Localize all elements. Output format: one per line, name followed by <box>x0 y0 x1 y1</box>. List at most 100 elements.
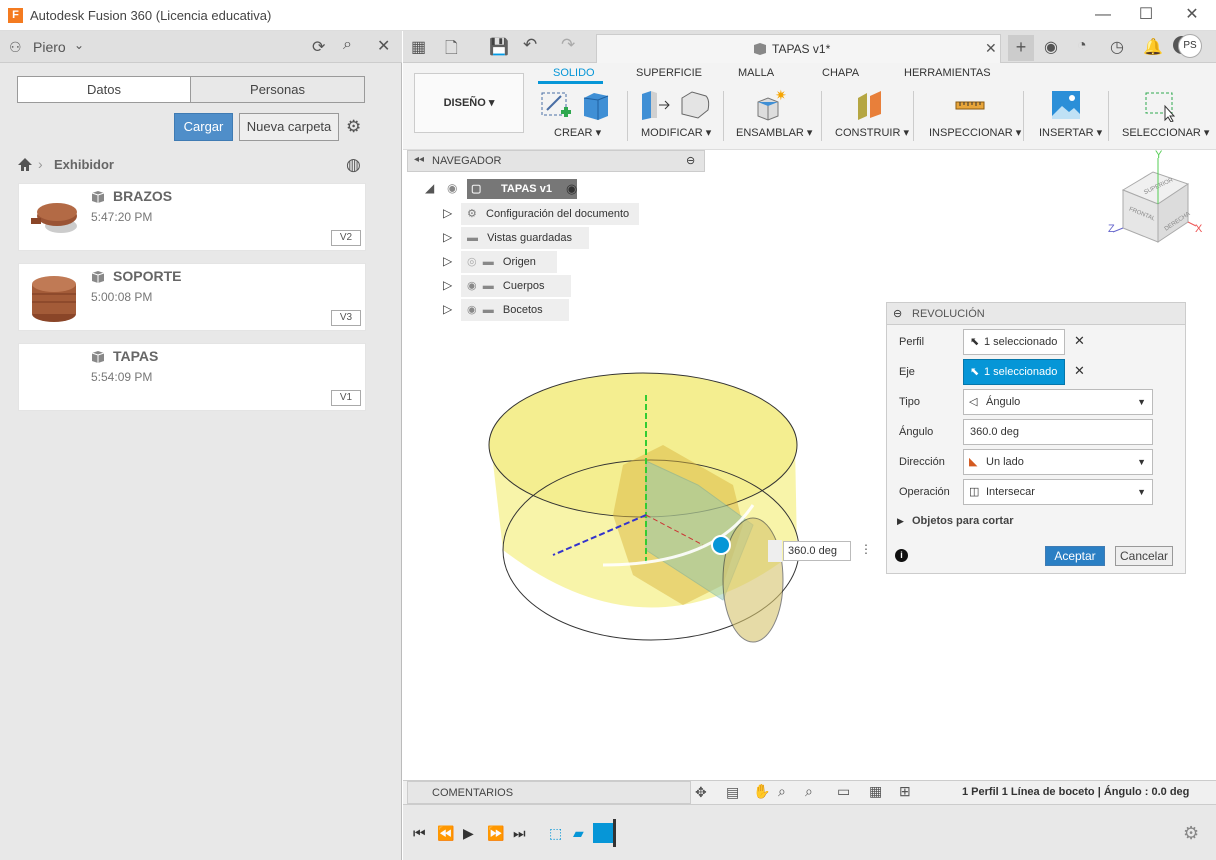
file-card-tapas[interactable]: TAPAS 5:54:09 PM V1 <box>18 343 366 411</box>
display-settings-icon[interactable]: ▭ <box>837 783 850 800</box>
grid-icon[interactable]: ▦ <box>869 783 882 800</box>
close-panel-icon[interactable]: ✕ <box>377 36 390 56</box>
orbit-icon[interactable]: ✥ <box>695 784 707 801</box>
file-card-soporte[interactable]: SOPORTE 5:00:08 PM V3 <box>18 263 366 331</box>
group-modificar[interactable]: MODIFICAR ▾ <box>641 126 711 139</box>
direction-select[interactable]: ◣ Un lado ▼ <box>963 449 1153 475</box>
eye-icon[interactable]: ◉ <box>447 181 457 195</box>
play-icon[interactable]: ▶ <box>463 825 474 842</box>
extrude-icon[interactable] <box>579 88 613 122</box>
ok-button[interactable]: Aceptar <box>1045 546 1105 566</box>
expand-icon[interactable]: ▷ <box>443 206 452 220</box>
upload-button[interactable]: Cargar <box>174 113 233 141</box>
comments-panel[interactable]: COMENTARIOS <box>407 781 691 804</box>
chevron-down-icon[interactable]: ⌄ <box>74 38 84 52</box>
axis-selection[interactable]: ⬉ 1 seleccionado <box>963 359 1065 385</box>
look-at-icon[interactable]: ▤ <box>726 784 739 801</box>
expand-root-icon[interactable]: ◢ <box>425 181 434 195</box>
close-window-icon[interactable]: ✕ <box>1172 5 1212 27</box>
workspace-switcher[interactable]: DISEÑO ▾ <box>414 73 524 133</box>
cancel-button[interactable]: Cancelar <box>1115 546 1173 566</box>
create-sketch-icon[interactable] <box>539 88 573 122</box>
eye-hidden-icon[interactable]: ◎ <box>467 256 477 268</box>
undo-icon[interactable]: ↶ <box>523 35 537 55</box>
home-icon[interactable] <box>17 157 33 172</box>
insert-image-icon[interactable] <box>1049 88 1083 122</box>
user-name[interactable]: Piero <box>33 39 66 55</box>
minimize-icon[interactable]: — <box>1083 5 1123 27</box>
search-icon[interactable]: ⌕ <box>343 36 352 54</box>
version-badge[interactable]: V2 <box>331 230 361 246</box>
extensions-icon[interactable]: ◉ <box>1044 37 1058 57</box>
press-pull-icon[interactable] <box>637 88 671 122</box>
zoom-icon[interactable]: ⌕ <box>778 783 786 800</box>
new-tab-icon[interactable]: + <box>1008 35 1034 61</box>
measure-icon[interactable] <box>953 88 987 122</box>
clear-profile-icon[interactable]: ✕ <box>1074 333 1085 349</box>
viewports-icon[interactable]: ⊞ <box>899 783 911 800</box>
clear-axis-icon[interactable]: ✕ <box>1074 363 1085 379</box>
go-to-end-icon[interactable]: ⏭ <box>513 825 526 842</box>
gear-icon[interactable]: ⚙ <box>346 117 361 137</box>
select-icon[interactable] <box>1143 88 1177 122</box>
group-construir[interactable]: CONSTRUIR ▾ <box>835 126 909 139</box>
save-icon[interactable]: 💾 <box>489 37 509 57</box>
group-inspeccionar[interactable]: INSPECCIONAR ▾ <box>929 126 1021 139</box>
expand-icon[interactable]: ▷ <box>443 254 452 268</box>
timeline-settings-icon[interactable]: ⚙ <box>1183 823 1199 844</box>
job-status-icon[interactable]: ◔ <box>1077 37 1087 55</box>
objects-to-cut[interactable]: Objetos para cortar <box>912 515 1013 527</box>
go-to-start-icon[interactable]: ⏮ <box>413 825 426 842</box>
tab-chapa[interactable]: CHAPA <box>822 67 859 79</box>
file-card-brazos[interactable]: BRAZOS 5:47:20 PM V2 <box>18 183 366 251</box>
expand-icon[interactable]: ▷ <box>443 302 452 316</box>
tab-superficie[interactable]: SUPERFICIE <box>636 67 702 79</box>
drag-handle[interactable] <box>768 540 782 562</box>
operation-select[interactable]: ◫ Intersecar ▼ <box>963 479 1153 505</box>
expand-icon[interactable]: ▷ <box>443 278 452 292</box>
tab-herramientas[interactable]: HERRAMIENTAS <box>904 67 991 79</box>
version-badge[interactable]: V1 <box>331 390 361 406</box>
step-forward-icon[interactable]: ⏩ <box>487 825 504 842</box>
bell-icon[interactable]: 🔔 <box>1143 37 1163 57</box>
view-cube[interactable]: SUPERIOR FRONTAL DERECHA Y Z X <box>1108 150 1208 250</box>
tab-malla[interactable]: MALLA <box>738 67 774 79</box>
expand-objects-icon[interactable]: ▶ <box>897 516 904 527</box>
grid-apps-icon[interactable]: ▦ <box>411 37 426 57</box>
close-tab-icon[interactable]: ✕ <box>985 40 997 57</box>
step-back-icon[interactable]: ⏪ <box>437 825 454 842</box>
tab-personas[interactable]: Personas <box>190 76 365 103</box>
file-icon[interactable]: 🗋 <box>445 37 458 64</box>
clock-icon[interactable]: ◷ <box>1110 37 1124 57</box>
fit-icon[interactable]: ⌕ <box>805 783 813 800</box>
minimize-navigator-icon[interactable]: ⊖ <box>686 154 695 167</box>
angle-manipulator[interactable]: 360.0 deg ⋮ <box>768 540 876 562</box>
type-select[interactable]: ◁ Ángulo ▼ <box>963 389 1153 415</box>
maximize-icon[interactable]: ☐ <box>1126 5 1166 27</box>
refresh-icon[interactable]: ⟳ <box>312 37 325 57</box>
collapse-dialog-icon[interactable]: ⊖ <box>893 307 902 320</box>
navigator-root[interactable]: ▢ TAPAS v1 <box>467 179 577 199</box>
angle-field[interactable]: 360.0 deg <box>963 419 1153 445</box>
fillet-icon[interactable] <box>678 88 712 122</box>
new-component-icon[interactable]: ✷ <box>753 88 787 122</box>
model-body[interactable] <box>483 365 823 645</box>
group-ensamblar[interactable]: ENSAMBLAR ▾ <box>736 126 812 139</box>
collapse-navigator-icon[interactable]: ◂◂ <box>414 154 424 165</box>
info-icon[interactable]: i <box>895 549 908 562</box>
globe-icon[interactable]: ◍ <box>346 155 361 175</box>
new-folder-button[interactable]: Nueva carpeta <box>239 113 339 141</box>
profile-selection[interactable]: ⬉ 1 seleccionado <box>963 329 1065 355</box>
revolve-feature-icon[interactable] <box>593 823 613 843</box>
version-badge[interactable]: V3 <box>331 310 361 326</box>
document-tab[interactable]: TAPAS v1* ✕ <box>596 34 1001 63</box>
avatar[interactable]: PS <box>1178 34 1202 58</box>
offset-plane-icon[interactable] <box>853 88 887 122</box>
tab-solido[interactable]: SOLIDO <box>553 67 595 79</box>
breadcrumb-folder[interactable]: Exhibidor <box>54 157 114 172</box>
eye-icon[interactable]: ◉ <box>467 304 477 316</box>
group-crear[interactable]: CREAR ▾ <box>554 126 601 139</box>
group-seleccionar[interactable]: SELECCIONAR ▾ <box>1122 126 1209 139</box>
expand-icon[interactable]: ▷ <box>443 230 452 244</box>
more-options-icon[interactable]: ⋮ <box>860 542 872 556</box>
